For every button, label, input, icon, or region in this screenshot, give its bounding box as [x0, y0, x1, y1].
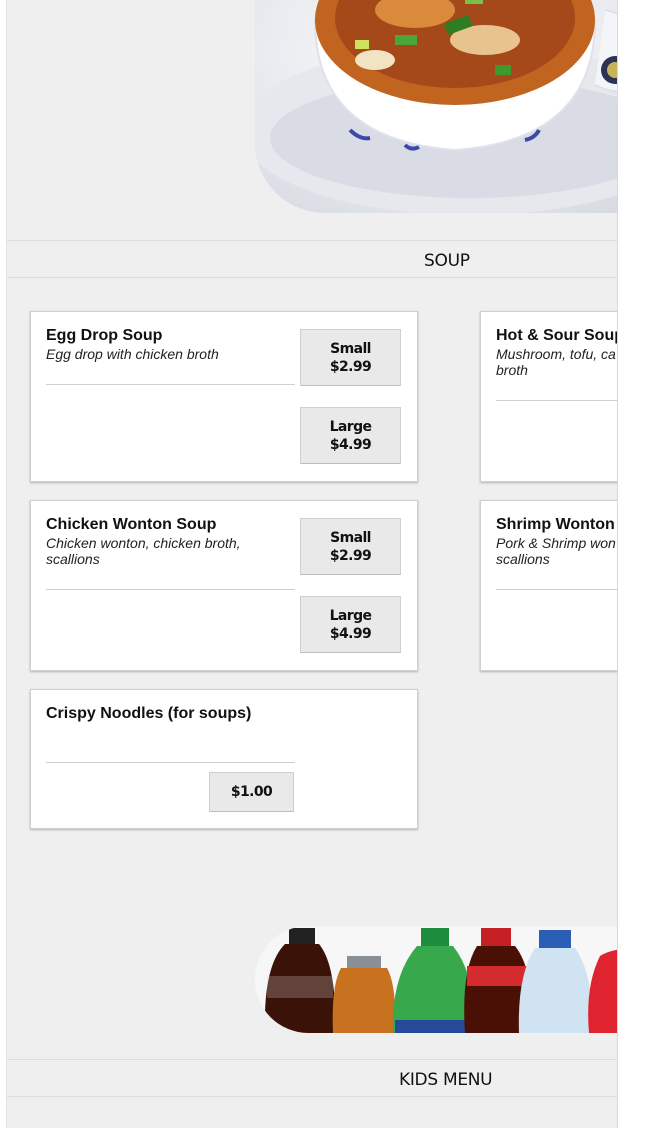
divider [496, 589, 617, 590]
size-label: Small [330, 340, 371, 357]
price-label: $2.99 [329, 547, 372, 564]
item-description: Mushroom, tofu, ca broth [496, 346, 616, 378]
item-name: Crispy Noodles (for soups) [46, 705, 252, 722]
menu-item-card[interactable]: Hot & Sour Soup Mushroom, tofu, ca broth [480, 311, 618, 482]
price-option[interactable]: $1.00 [209, 772, 294, 812]
section-title: KIDS MENU [399, 1070, 493, 1090]
menu-item-card[interactable]: Shrimp Wonton Pork & Shrimp won scallions [480, 500, 617, 671]
menu-page: SOUP Egg Drop Soup Egg drop with chicken… [6, 0, 618, 1128]
price-label: $2.99 [329, 358, 372, 375]
menu-item-card[interactable]: Egg Drop Soup Egg drop with chicken brot… [30, 311, 418, 482]
price-label: $1.00 [230, 784, 273, 800]
section-title: SOUP [424, 251, 470, 271]
hero-soup-image [255, 0, 617, 213]
item-name: Shrimp Wonton [496, 516, 615, 533]
section-header-kids: KIDS MENU [7, 1059, 617, 1097]
price-option-small[interactable]: Small $2.99 [300, 518, 401, 575]
size-label: Large [329, 607, 372, 624]
price-option-small[interactable]: Small $2.99 [300, 329, 401, 386]
section-header-soup: SOUP [7, 240, 617, 278]
item-name: Egg Drop Soup [46, 327, 163, 344]
divider [496, 400, 617, 401]
price-option-large[interactable]: Large $4.99 [300, 596, 401, 653]
menu-item-card[interactable]: Crispy Noodles (for soups) $1.00 [30, 689, 418, 829]
price-option-large[interactable]: Large $4.99 [300, 407, 401, 464]
price-label: $4.99 [329, 436, 372, 453]
size-label: Large [329, 418, 372, 435]
price-label: $4.99 [329, 625, 372, 642]
item-name: Hot & Sour Soup [496, 327, 618, 344]
drinks-image [255, 926, 617, 1033]
item-name: Chicken Wonton Soup [46, 516, 217, 533]
divider [46, 762, 295, 763]
item-description: Pork & Shrimp won scallions [496, 535, 616, 567]
item-description: Chicken wonton, chicken broth, scallions [46, 535, 241, 567]
menu-item-card[interactable]: Chicken Wonton Soup Chicken wonton, chic… [30, 500, 418, 671]
divider [46, 384, 295, 385]
divider [46, 589, 295, 590]
size-label: Small [330, 529, 371, 546]
item-description: Egg drop with chicken broth [46, 346, 219, 362]
